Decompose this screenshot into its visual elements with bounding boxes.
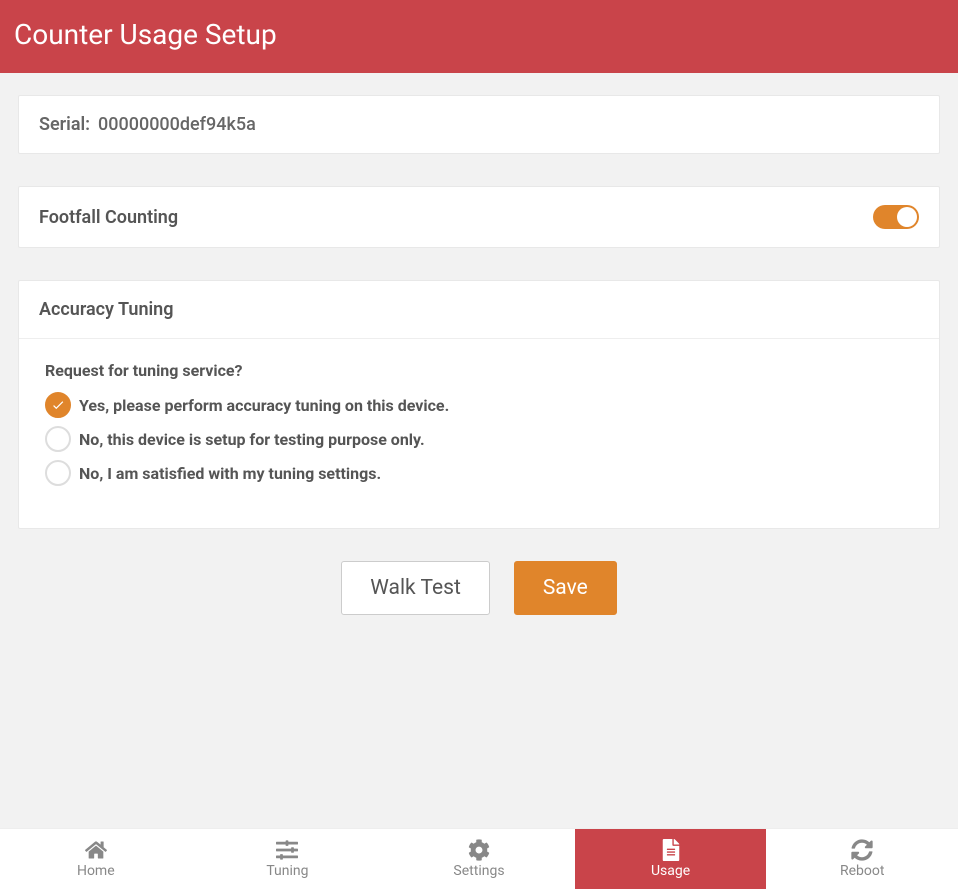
gear-icon: [468, 839, 490, 861]
nav-label: Usage: [651, 863, 690, 879]
radio-label: Yes, please perform accuracy tuning on t…: [79, 396, 449, 415]
radio-label: No, this device is setup for testing pur…: [79, 430, 425, 449]
nav-label: Tuning: [266, 863, 308, 879]
page-header: Counter Usage Setup: [0, 0, 958, 73]
radio-option-satisfied[interactable]: No, I am satisfied with my tuning settin…: [45, 460, 913, 486]
accuracy-title: Accuracy Tuning: [19, 281, 939, 339]
check-icon: [51, 398, 65, 412]
nav-settings[interactable]: Settings: [383, 829, 575, 889]
serial-value: 00000000def94k5a: [98, 114, 256, 135]
nav-label: Home: [77, 863, 115, 879]
bottom-nav: Home Tuning Settings Usage Reboot: [0, 828, 958, 889]
refresh-icon: [851, 839, 873, 861]
nav-home[interactable]: Home: [0, 829, 192, 889]
action-row: Walk Test Save: [18, 561, 940, 615]
sliders-icon: [276, 839, 298, 861]
nav-usage[interactable]: Usage: [575, 829, 767, 889]
accuracy-card: Accuracy Tuning Request for tuning servi…: [18, 280, 940, 529]
footfall-card: Footfall Counting: [18, 186, 940, 248]
serial-card: Serial: 00000000def94k5a: [18, 95, 940, 154]
content-area: Serial: 00000000def94k5a Footfall Counti…: [0, 73, 958, 637]
tuning-question: Request for tuning service?: [45, 361, 913, 380]
radio-indicator: [45, 426, 71, 452]
footfall-label: Footfall Counting: [39, 207, 178, 228]
home-icon: [85, 839, 107, 861]
walk-test-button[interactable]: Walk Test: [341, 561, 490, 615]
radio-indicator: [45, 460, 71, 486]
page-title: Counter Usage Setup: [14, 18, 277, 51]
toggle-knob: [897, 207, 917, 227]
nav-label: Settings: [453, 863, 504, 879]
nav-tuning[interactable]: Tuning: [192, 829, 384, 889]
radio-indicator: [45, 392, 71, 418]
accuracy-body: Request for tuning service? Yes, please …: [19, 339, 939, 528]
footfall-toggle[interactable]: [873, 205, 919, 229]
nav-label: Reboot: [840, 863, 884, 879]
save-button[interactable]: Save: [514, 561, 617, 615]
radio-option-testing[interactable]: No, this device is setup for testing pur…: [45, 426, 913, 452]
serial-label: Serial:: [39, 114, 90, 135]
radio-option-yes[interactable]: Yes, please perform accuracy tuning on t…: [45, 392, 913, 418]
nav-reboot[interactable]: Reboot: [766, 829, 958, 889]
file-icon: [660, 839, 682, 861]
radio-label: No, I am satisfied with my tuning settin…: [79, 464, 381, 483]
